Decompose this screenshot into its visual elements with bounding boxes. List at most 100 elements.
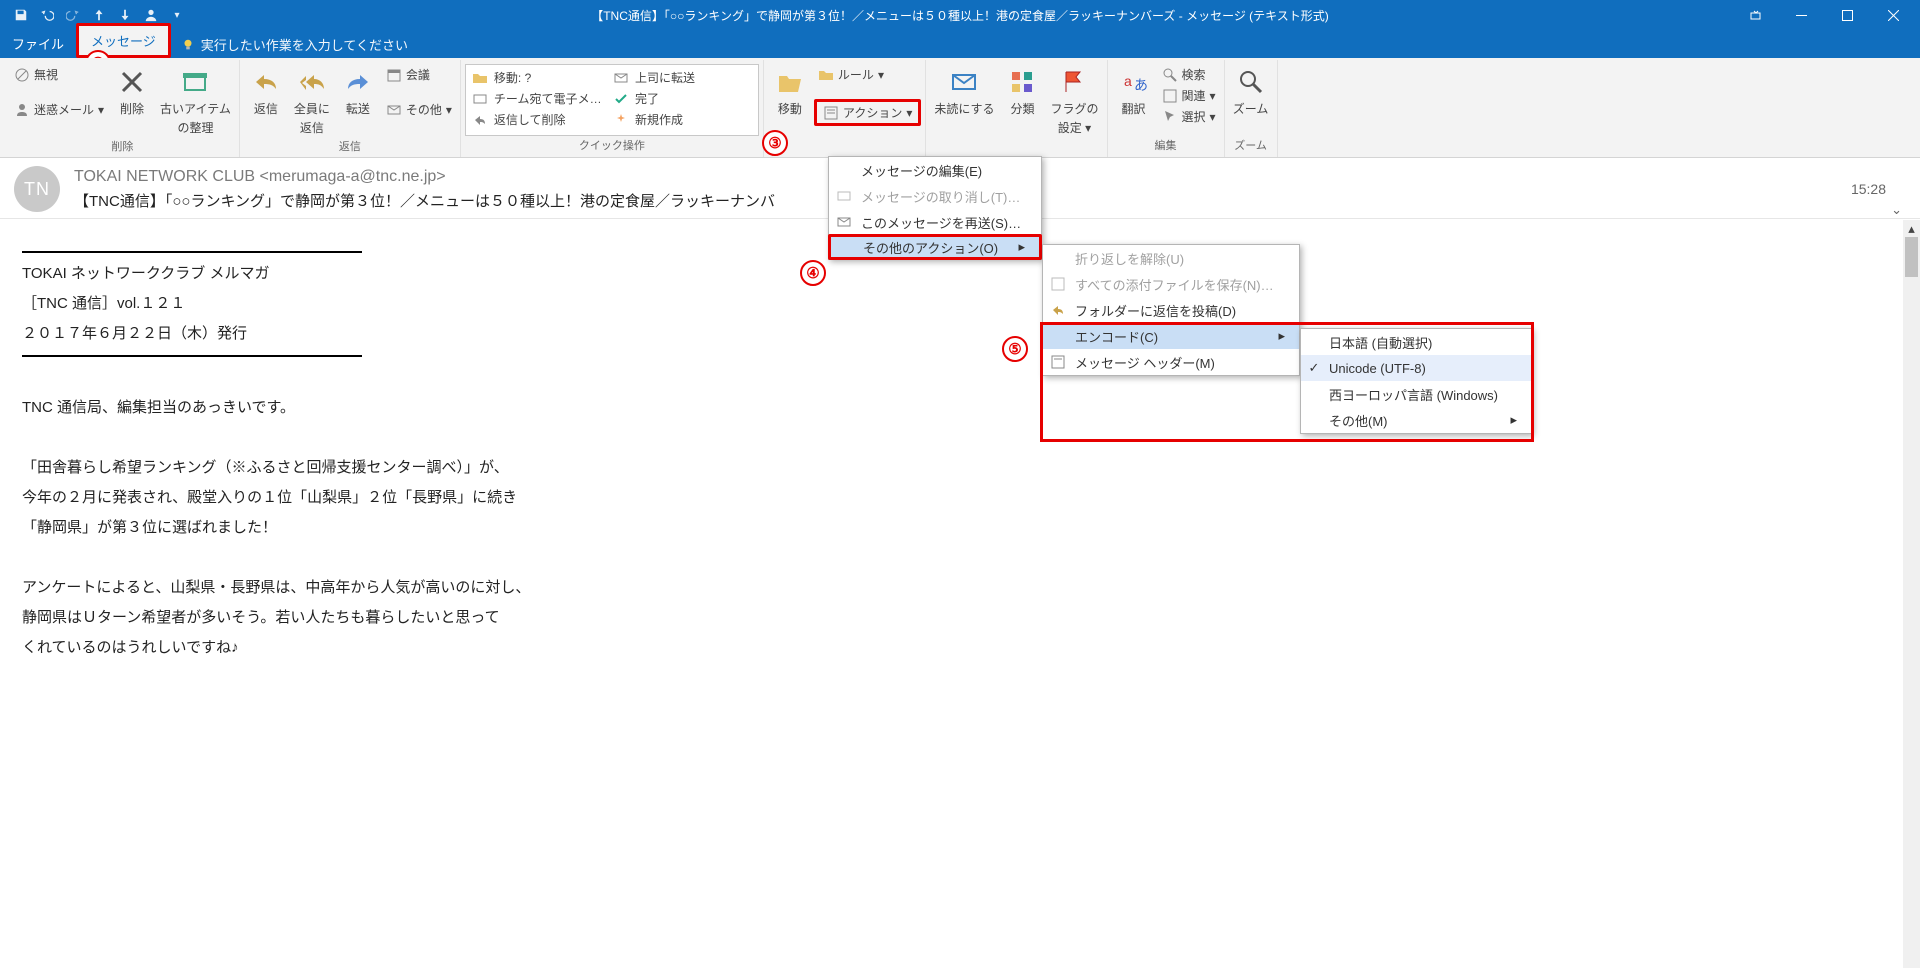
move-button[interactable]: 移動	[768, 64, 812, 119]
ignore-button[interactable]: 無視	[10, 64, 108, 85]
qs-to-manager[interactable]: 上司に転送	[609, 67, 750, 88]
actions-button[interactable]: アクション ▾	[814, 99, 921, 126]
zoom-button[interactable]: ズーム	[1229, 64, 1273, 119]
qs-reply-delete[interactable]: 返信して削除	[468, 109, 609, 130]
annotation-badge-5: ⑤	[1002, 336, 1028, 362]
scrollbar-vertical[interactable]: ▴	[1903, 220, 1920, 968]
meeting-button[interactable]: 会議	[382, 64, 456, 85]
group-zoom: ズーム ズーム	[1225, 60, 1278, 157]
menu-recall-message: メッセージの取り消し(T)…	[829, 183, 1041, 209]
save-attach-icon	[1049, 275, 1067, 293]
quick-steps-gallery[interactable]: 移動: ? 上司に転送 チーム宛て電子メ… 完了 返信して削除 新規作成	[465, 64, 759, 136]
search-icon	[1162, 67, 1178, 83]
minimize-icon[interactable]	[1778, 0, 1824, 30]
group-tags: 未読にする 分類 フラグの設定 ▾	[926, 60, 1107, 157]
follow-up-button[interactable]: フラグの設定 ▾	[1046, 64, 1102, 138]
ribbon: 無視 迷惑メール ▾ 削除 古いアイテムの整理 削除 返信 全員に返信 転送 会…	[0, 58, 1920, 158]
more-icon	[386, 102, 402, 118]
ribbon-display-icon[interactable]	[1732, 0, 1778, 30]
menu-post-reply[interactable]: フォルダーに返信を投稿(D)	[1043, 297, 1299, 323]
translate-icon: aあ	[1118, 66, 1150, 98]
separator	[22, 251, 362, 253]
reply-all-icon	[296, 66, 328, 98]
respond-more-button[interactable]: その他 ▾	[382, 99, 456, 120]
group-label-quick-steps: クイック操作	[465, 137, 759, 155]
group-move: 移動 ルール ▾ アクション ▾ ③	[764, 60, 926, 157]
menu-encoding-japanese-auto[interactable]: 日本語 (自動選択)	[1301, 329, 1531, 355]
done-check-icon	[613, 91, 629, 107]
meeting-icon	[386, 67, 402, 83]
scrollbar-thumb[interactable]	[1905, 237, 1918, 277]
group-respond: 返信 全員に返信 転送 会議 その他 ▾ 返信	[240, 60, 461, 157]
body-line: 「田舎暮らし希望ランキング（※ふるさと回帰支援センター調べ）」が、	[22, 453, 1898, 483]
group-label-zoom: ズーム	[1229, 137, 1273, 155]
resend-icon	[835, 213, 853, 231]
to-manager-icon	[613, 70, 629, 86]
find-button[interactable]: 検索	[1158, 64, 1220, 85]
translate-button[interactable]: aあ翻訳	[1112, 64, 1156, 119]
qs-done[interactable]: 完了	[609, 88, 750, 109]
menu-resend-message[interactable]: このメッセージを再送(S)…	[829, 209, 1041, 235]
menu-edit-message[interactable]: メッセージの編集(E)	[829, 157, 1041, 183]
rules-button[interactable]: ルール ▾	[814, 64, 921, 85]
chevron-right-icon: ▸	[1510, 412, 1517, 428]
undo-icon[interactable]	[36, 4, 58, 26]
encoding-menu: 日本語 (自動選択) ✓Unicode (UTF-8) 西ヨーロッパ言語 (Wi…	[1300, 328, 1532, 434]
body-line: ［TNC 通信］vol.１２１	[22, 289, 1898, 319]
body-line: くれているのはうれしいですね♪	[22, 633, 1898, 663]
svg-text:a: a	[1124, 73, 1132, 89]
annotation-badge-3: ③	[762, 130, 788, 156]
reply-all-button[interactable]: 全員に返信	[290, 64, 334, 138]
delete-button[interactable]: 削除	[110, 64, 154, 119]
body-line: ２０１７年６月２２日（木）発行	[22, 319, 1898, 349]
delete-x-icon	[116, 66, 148, 98]
menu-encoding-western[interactable]: 西ヨーロッパ言語 (Windows)	[1301, 381, 1531, 407]
save-icon[interactable]	[10, 4, 32, 26]
forward-button[interactable]: 転送	[336, 64, 380, 119]
menu-encoding[interactable]: エンコード(C)▸	[1043, 323, 1299, 349]
tell-me-search[interactable]: 実行したい作業を入力してください	[171, 31, 418, 58]
body-line: アンケートによると、山梨県・長野県は、中高年から人気が高いのに対し、	[22, 573, 1898, 603]
group-label-delete: 削除	[10, 138, 235, 156]
chevron-right-icon: ▸	[1018, 239, 1025, 255]
categorize-button[interactable]: 分類	[1000, 64, 1044, 119]
qs-create-new[interactable]: 新規作成	[609, 109, 750, 130]
create-new-icon	[613, 112, 629, 128]
related-button[interactable]: 関連 ▾	[1158, 85, 1220, 106]
select-icon	[1162, 109, 1178, 125]
title-bar: ▾ 【TNC通信】「○○ランキング」で静岡が第３位！／メニューは５０種以上！港の…	[0, 0, 1920, 30]
message-time: 15:28	[1851, 181, 1906, 197]
select-button[interactable]: 選択 ▾	[1158, 106, 1220, 127]
folder-move-icon	[472, 70, 488, 86]
menu-message-header[interactable]: メッセージ ヘッダー(M)	[1043, 349, 1299, 375]
reply-icon	[250, 66, 282, 98]
ribbon-tabs: ファイル メッセージ ② 実行したい作業を入力してください	[0, 30, 1920, 58]
team-email-icon	[472, 91, 488, 107]
archive-button[interactable]: 古いアイテムの整理	[156, 64, 235, 138]
mark-unread-button[interactable]: 未読にする	[930, 64, 998, 119]
qs-team-email[interactable]: チーム宛て電子メ…	[468, 88, 609, 109]
body-line: 今年の２月に発表され、殿堂入りの１位「山梨県」２位「長野県」に続き	[22, 483, 1898, 513]
window-controls	[1732, 0, 1916, 30]
scroll-up-icon[interactable]: ▴	[1903, 220, 1920, 237]
menu-encoding-utf8[interactable]: ✓Unicode (UTF-8)	[1301, 355, 1531, 381]
menu-encoding-more[interactable]: その他(M)▸	[1301, 407, 1531, 433]
message-body: TOKAI ネットワーククラブ メルマガ ［TNC 通信］vol.１２１ ２０１…	[0, 219, 1920, 967]
chevron-down-icon[interactable]: ⌄	[1891, 202, 1902, 218]
junk-button[interactable]: 迷惑メール ▾	[10, 99, 108, 120]
related-icon	[1162, 88, 1178, 104]
tab-file[interactable]: ファイル	[0, 29, 76, 58]
body-line: TNC 通信局、編集担当のあっきいです。	[22, 393, 1898, 423]
menu-other-actions[interactable]: その他のアクション(O)▸	[828, 234, 1042, 260]
avatar: TN	[14, 166, 60, 212]
group-label-respond: 返信	[244, 138, 456, 156]
qs-move-to[interactable]: 移動: ?	[468, 67, 609, 88]
maximize-icon[interactable]	[1824, 0, 1870, 30]
group-editing: aあ翻訳 検索 関連 ▾ 選択 ▾ 編集	[1108, 60, 1225, 157]
ignore-icon	[14, 67, 30, 83]
close-icon[interactable]	[1870, 0, 1916, 30]
envelope-unread-icon	[948, 66, 980, 98]
reply-button[interactable]: 返信	[244, 64, 288, 119]
reply-delete-icon	[472, 112, 488, 128]
tab-message[interactable]: メッセージ ②	[76, 23, 171, 58]
